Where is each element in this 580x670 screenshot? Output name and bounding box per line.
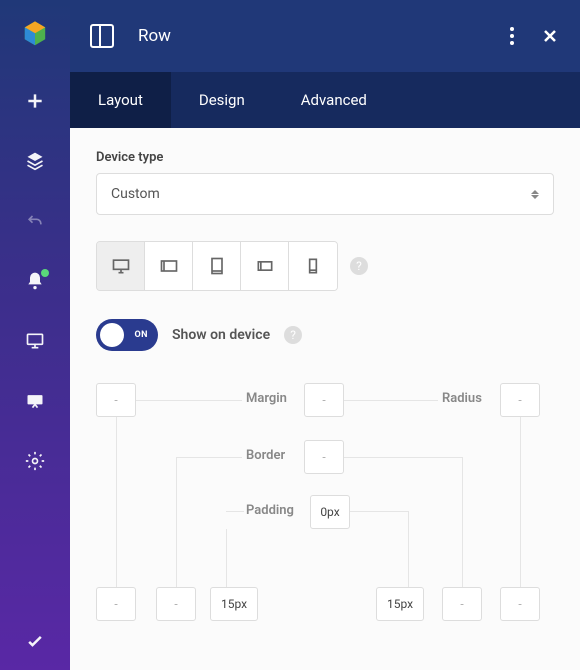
box-bottom-5-input[interactable]: - — [442, 587, 482, 621]
tab-design[interactable]: Design — [171, 72, 273, 128]
panel: Device type Custom ? ON — [70, 128, 580, 670]
padding-top-input[interactable]: 0px — [310, 495, 350, 529]
box-bottom-6-input[interactable]: - — [500, 587, 540, 621]
help-icon[interactable]: ? — [284, 326, 302, 344]
box-bottom-1-input[interactable]: - — [96, 587, 136, 621]
show-on-device-label: Show on device — [172, 327, 270, 343]
margin-top-input[interactable]: - — [96, 383, 136, 417]
device-type-select[interactable]: Custom — [96, 173, 554, 215]
device-type-label: Device type — [96, 150, 554, 165]
margin-center-input[interactable]: - — [304, 383, 344, 417]
box-bottom-4-input[interactable]: 15px — [376, 587, 424, 621]
header-title: Row — [138, 26, 484, 46]
sidebar — [0, 0, 70, 670]
margin-label: Margin — [246, 391, 287, 406]
radius-top-input[interactable]: - — [500, 383, 540, 417]
more-icon[interactable] — [502, 26, 522, 46]
tabs: Layout Design Advanced — [70, 72, 580, 128]
device-desktop-button[interactable] — [97, 242, 145, 290]
padding-label: Padding — [246, 503, 294, 518]
logo — [18, 18, 52, 52]
select-arrows-icon — [531, 190, 539, 199]
device-tablet-landscape-button[interactable] — [145, 242, 193, 290]
presentation-icon[interactable] — [24, 390, 46, 412]
border-center-input[interactable]: - — [304, 440, 344, 474]
layers-icon[interactable] — [24, 150, 46, 172]
header: Row — [70, 0, 580, 72]
border-label: Border — [246, 448, 285, 463]
radius-label: Radius — [442, 391, 482, 406]
device-buttons — [96, 241, 338, 291]
done-icon[interactable] — [24, 630, 46, 652]
desktop-icon[interactable] — [24, 330, 46, 352]
device-tablet-portrait-button[interactable] — [193, 242, 241, 290]
close-icon[interactable] — [540, 26, 560, 46]
box-bottom-2-input[interactable]: - — [156, 587, 196, 621]
tab-advanced[interactable]: Advanced — [273, 72, 395, 128]
box-model: - Margin - Radius - Border - Padding — [96, 383, 554, 643]
help-icon[interactable]: ? — [350, 257, 368, 275]
show-on-device-toggle[interactable]: ON — [96, 319, 158, 351]
settings-icon[interactable] — [24, 450, 46, 472]
tab-layout[interactable]: Layout — [70, 72, 171, 128]
device-mobile-portrait-button[interactable] — [289, 242, 337, 290]
undo-icon[interactable] — [24, 210, 46, 232]
toggle-on-label: ON — [134, 330, 148, 340]
device-mobile-landscape-button[interactable] — [241, 242, 289, 290]
add-icon[interactable] — [24, 90, 46, 112]
row-icon — [90, 24, 114, 48]
box-bottom-3-input[interactable]: 15px — [210, 587, 258, 621]
device-type-value: Custom — [111, 186, 160, 202]
notifications-icon[interactable] — [24, 270, 46, 292]
